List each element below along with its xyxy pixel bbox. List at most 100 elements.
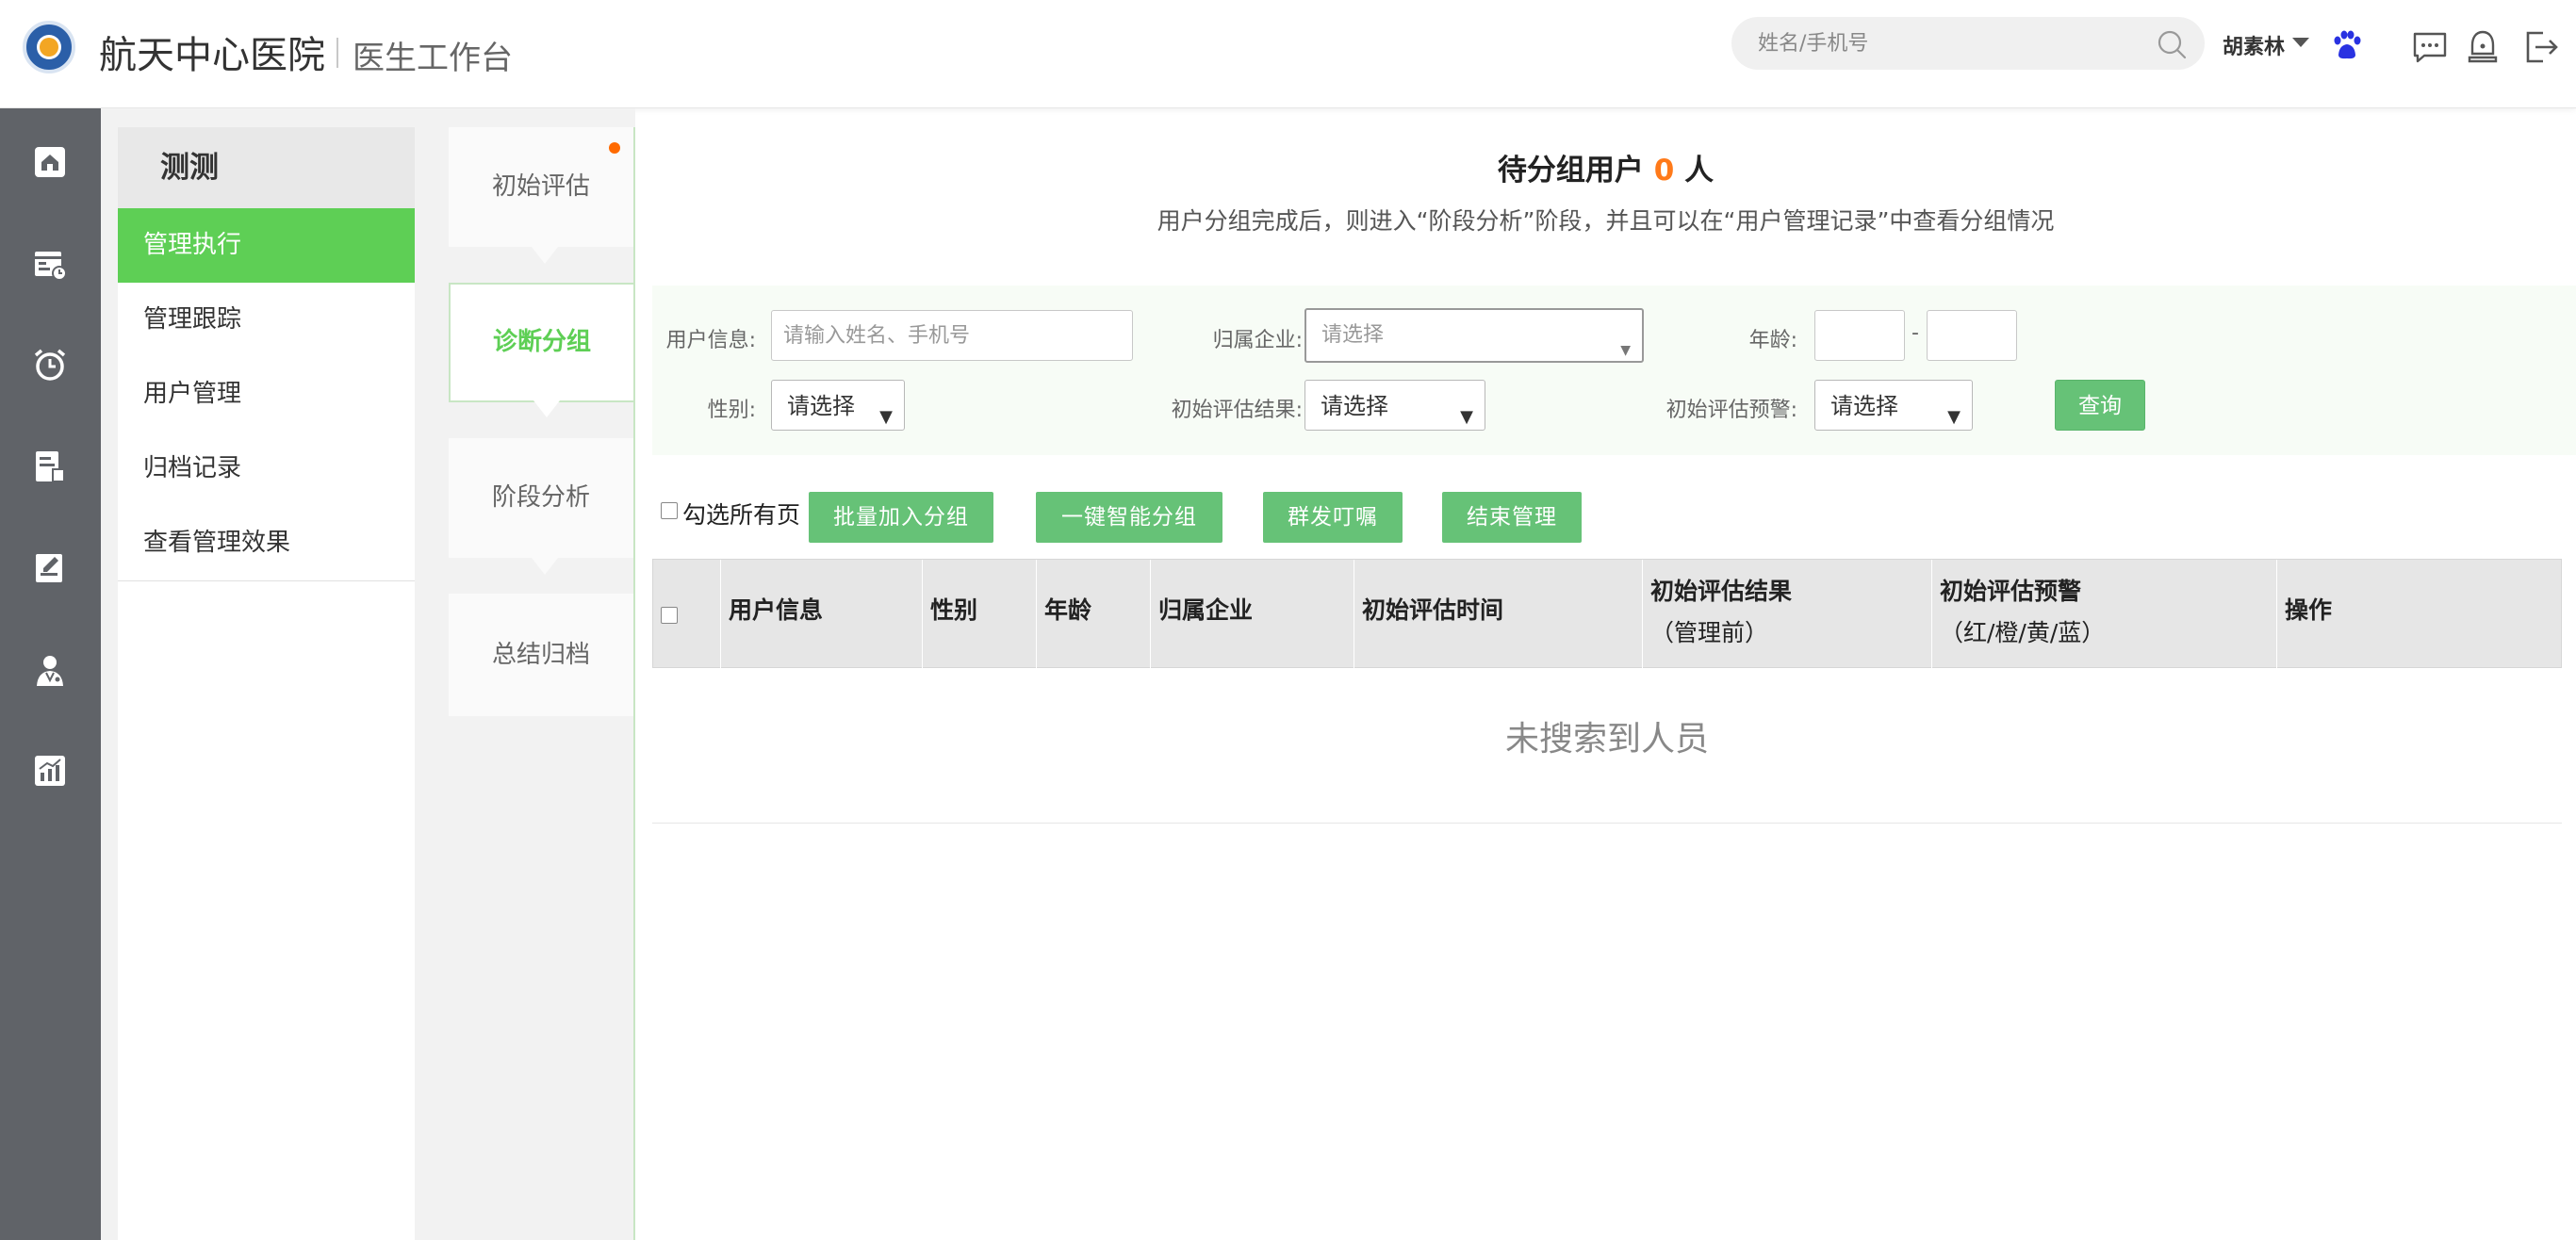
main-panel: 待分组用户 0 人 用户分组完成后，则进入“阶段分析”阶段，并且可以在“用户管理… [635,127,2576,1240]
select-all-pages-label[interactable]: 勾选所有页 [682,497,800,530]
top-header: 航天中心医院 医生工作台 胡素林 [0,0,2576,108]
logout-icon[interactable] [2522,28,2560,66]
submenu-item-tracking[interactable]: 管理跟踪 [118,283,415,357]
workbench-title: 医生工作台 [353,40,513,77]
left-nav [0,108,101,1240]
user-name[interactable]: 胡素林 [2223,30,2285,60]
gender-select[interactable]: 请选择 ▼ [771,380,905,431]
batch-add-group-button[interactable]: 批量加入分组 [809,492,993,543]
step-initial-assessment[interactable]: 初始评估 [449,127,633,264]
assessment-warning-value: 请选择 [1830,393,1898,419]
report-icon[interactable] [32,449,68,484]
chevron-down-icon: ▼ [1947,407,1961,427]
user-info-label: 用户信息: [665,329,756,352]
chart-icon[interactable] [32,753,68,789]
select-all-checkbox[interactable] [661,607,678,624]
step-diagnosis-grouping[interactable]: 诊断分组 [449,283,633,417]
alert-icon[interactable] [2464,28,2502,66]
filter-panel: 用户信息: 归属企业: 请选择 ▼ 年龄: - 性别: 请选择 ▼ 初始评估结果… [652,286,2576,455]
company-label: 归属企业: [1212,329,1303,352]
age-range-dash: - [1911,321,1919,345]
chevron-down-icon: ▼ [1460,407,1473,427]
calendar-icon[interactable] [32,246,68,282]
notification-dot [609,142,620,154]
assessment-warning-select[interactable]: 请选择 ▼ [1814,380,1973,431]
step-label: 总结归档 [491,641,590,669]
message-icon[interactable] [2411,28,2449,66]
column-header-label: 操作 [2285,596,2333,624]
assessment-result-select[interactable]: 请选择 ▼ [1304,380,1485,431]
column-header-label: 用户信息 [729,596,824,624]
column-assessment-warning: 初始评估预警 （红/橙/黄/蓝） [1932,560,2277,669]
table-bottom-border [652,823,2562,824]
step-label: 初始评估 [491,172,590,201]
column-header-sublabel: （管理前） [1650,619,1769,646]
chevron-down-icon: ▼ [879,407,893,427]
group-remind-button[interactable]: 群发叮嘱 [1263,492,1403,543]
step-arrow [533,400,560,417]
step-label: 诊断分组 [492,328,591,356]
step-stage-analysis[interactable]: 阶段分析 [449,438,633,575]
column-company: 归属企业 [1151,560,1354,669]
grouping-hint: 用户分组完成后，则进入“阶段分析”阶段，并且可以在“用户管理记录”中查看分组情况 [1157,207,2055,235]
smart-group-button[interactable]: 一键智能分组 [1036,492,1222,543]
age-label: 年龄: [1748,329,1797,352]
submenu-item-user-management[interactable]: 用户管理 [118,357,415,432]
title-divider [336,38,338,68]
select-all-pages-checkbox[interactable] [661,502,678,519]
age-max-input[interactable] [1927,310,2017,361]
pending-users-title: 待分组用户 0 人 [635,146,2576,188]
gender-label: 性别: [707,399,756,422]
step-label: 阶段分析 [491,483,590,512]
column-assessment-time: 初始评估时间 [1354,560,1643,669]
column-select [653,560,721,669]
step-summary-archive[interactable]: 总结归档 [449,594,633,716]
gender-select-value: 请选择 [787,393,855,419]
submenu-item-effects[interactable]: 查看管理效果 [118,506,415,580]
column-gender: 性别 [923,560,1037,669]
company-select-value: 请选择 [1321,323,1385,347]
step-arrow [532,558,558,575]
step-arrow [532,247,558,264]
search-icon[interactable] [2156,28,2188,60]
column-header-label: 归属企业 [1158,596,1254,624]
column-header-label: 初始评估预警 [1940,578,2082,605]
column-header-label: 初始评估时间 [1362,596,1504,624]
column-header-label: 性别 [930,596,978,624]
submenu-item-execution[interactable]: 管理执行 [118,208,415,283]
title-prefix: 待分组用户 [1497,154,1644,188]
submenu-item-archive[interactable]: 归档记录 [118,432,415,506]
column-actions: 操作 [2277,560,2561,669]
hospital-logo [23,21,75,73]
end-management-button[interactable]: 结束管理 [1442,492,1582,543]
column-header-sublabel: （红/橙/黄/蓝） [1940,619,2106,646]
hospital-name: 航天中心医院 [99,34,325,77]
column-assessment-result: 初始评估结果 （管理前） [1643,560,1932,669]
user-info-input[interactable] [771,310,1133,361]
alarm-clock-icon[interactable] [32,347,68,383]
column-header-label: 年龄 [1044,596,1092,624]
chevron-down-icon[interactable] [2292,38,2309,47]
chevron-down-icon: ▼ [1620,343,1631,358]
search-box [1731,17,2205,70]
column-user-info: 用户信息 [721,560,923,669]
age-min-input[interactable] [1814,310,1905,361]
title-suffix: 人 [1684,154,1715,188]
doctor-icon[interactable] [32,652,68,688]
submenu-divider [118,580,415,581]
search-input[interactable] [1758,17,2135,70]
empty-table-message: 未搜索到人员 [1504,720,1709,759]
edit-note-icon[interactable] [32,550,68,586]
home-icon[interactable] [32,144,68,180]
query-button[interactable]: 查询 [2055,380,2145,431]
pending-count: 0 [1653,154,1675,188]
table-header: 用户信息 性别 年龄 归属企业 初始评估时间 初始评估结果 （管理前） 初始评估… [652,559,2562,669]
submenu: 测测 管理执行 管理跟踪 用户管理 归档记录 查看管理效果 [118,127,415,1240]
company-select[interactable]: 请选择 ▼ [1304,308,1644,363]
column-age: 年龄 [1037,560,1151,669]
submenu-title: 测测 [118,127,415,208]
column-header-label: 初始评估结果 [1650,578,1793,605]
paw-icon[interactable] [2330,28,2364,62]
assessment-warning-label: 初始评估预警: [1665,399,1797,422]
assessment-result-label: 初始评估结果: [1171,399,1303,422]
